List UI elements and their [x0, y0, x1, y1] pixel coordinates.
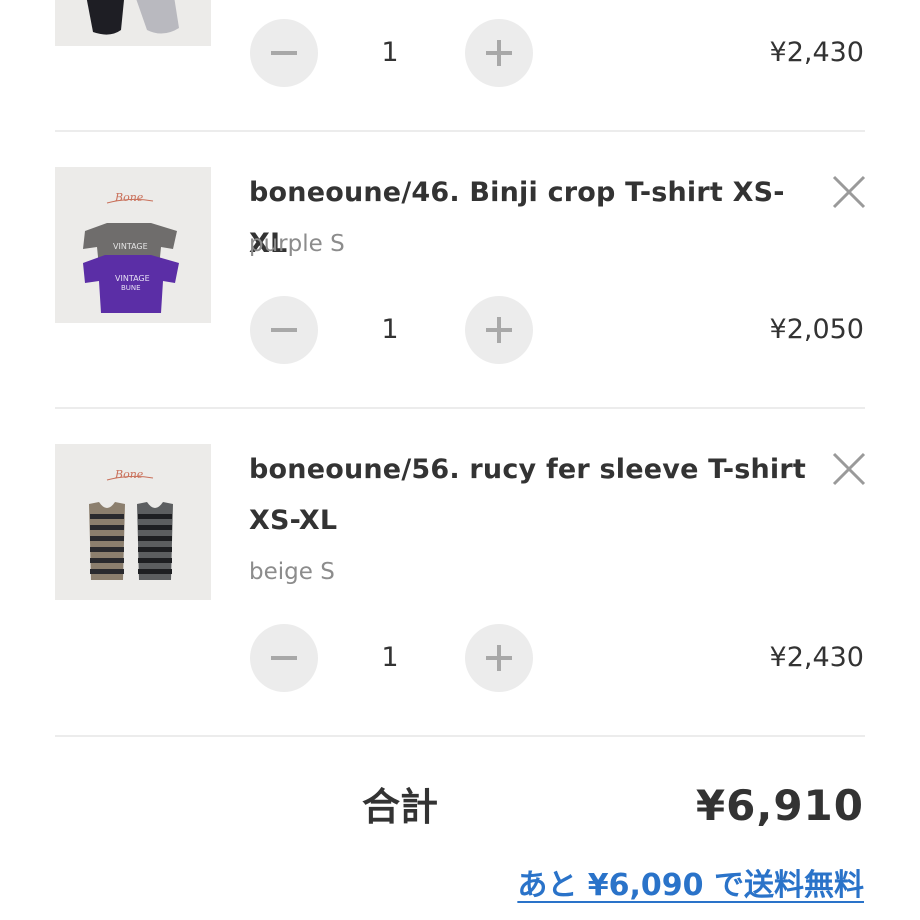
product-variant: beige S — [249, 559, 335, 585]
quantity-decrease-button[interactable] — [250, 624, 318, 692]
quantity-increase-button[interactable] — [465, 19, 533, 87]
quantity-decrease-button[interactable] — [250, 19, 318, 87]
minus-icon — [271, 328, 297, 332]
remove-item-button[interactable] — [830, 173, 868, 211]
quantity-increase-button[interactable] — [465, 624, 533, 692]
item-price: ¥2,430 — [769, 37, 864, 68]
plus-icon — [486, 40, 512, 66]
remove-item-button[interactable] — [830, 450, 868, 488]
item-price: ¥2,430 — [769, 642, 864, 673]
plus-icon — [486, 645, 512, 671]
item-price: ¥2,050 — [769, 314, 864, 345]
svg-text:VINTAGE: VINTAGE — [115, 274, 150, 283]
product-image-striped-sleeveless[interactable]: Bone — [55, 444, 211, 600]
quantity-value[interactable]: 1 — [360, 640, 420, 676]
svg-text:Bone: Bone — [114, 468, 144, 481]
product-title[interactable]: boneoune/56. rucy fer sleeve T-shirt XS-… — [249, 444, 809, 546]
svg-text:VINTAGE: VINTAGE — [113, 242, 148, 251]
svg-text:BUNE: BUNE — [121, 284, 141, 292]
free-shipping-link[interactable]: あと ¥6,090 で送料無料 — [517, 866, 864, 906]
minus-icon — [271, 51, 297, 55]
item-divider — [55, 407, 865, 409]
quantity-increase-button[interactable] — [465, 296, 533, 364]
close-icon — [832, 452, 866, 486]
svg-text:Bone: Bone — [114, 191, 144, 204]
summary-divider — [55, 735, 865, 737]
total-label: 合計 — [362, 785, 439, 829]
quantity-value[interactable]: 1 — [360, 35, 420, 71]
cart-page: 1 ¥2,430 Bone VINTAGE VINTAGE BUNE boneo… — [0, 0, 920, 920]
product-image-shorts[interactable] — [55, 0, 211, 46]
close-icon — [832, 175, 866, 209]
quantity-value[interactable]: 1 — [360, 312, 420, 348]
quantity-decrease-button[interactable] — [250, 296, 318, 364]
product-image-tshirt[interactable]: Bone VINTAGE VINTAGE BUNE — [55, 167, 211, 323]
product-variant: purple S — [249, 231, 345, 257]
plus-icon — [486, 317, 512, 343]
item-divider — [55, 130, 865, 132]
minus-icon — [271, 656, 297, 660]
total-value: ¥6,910 — [695, 781, 864, 830]
